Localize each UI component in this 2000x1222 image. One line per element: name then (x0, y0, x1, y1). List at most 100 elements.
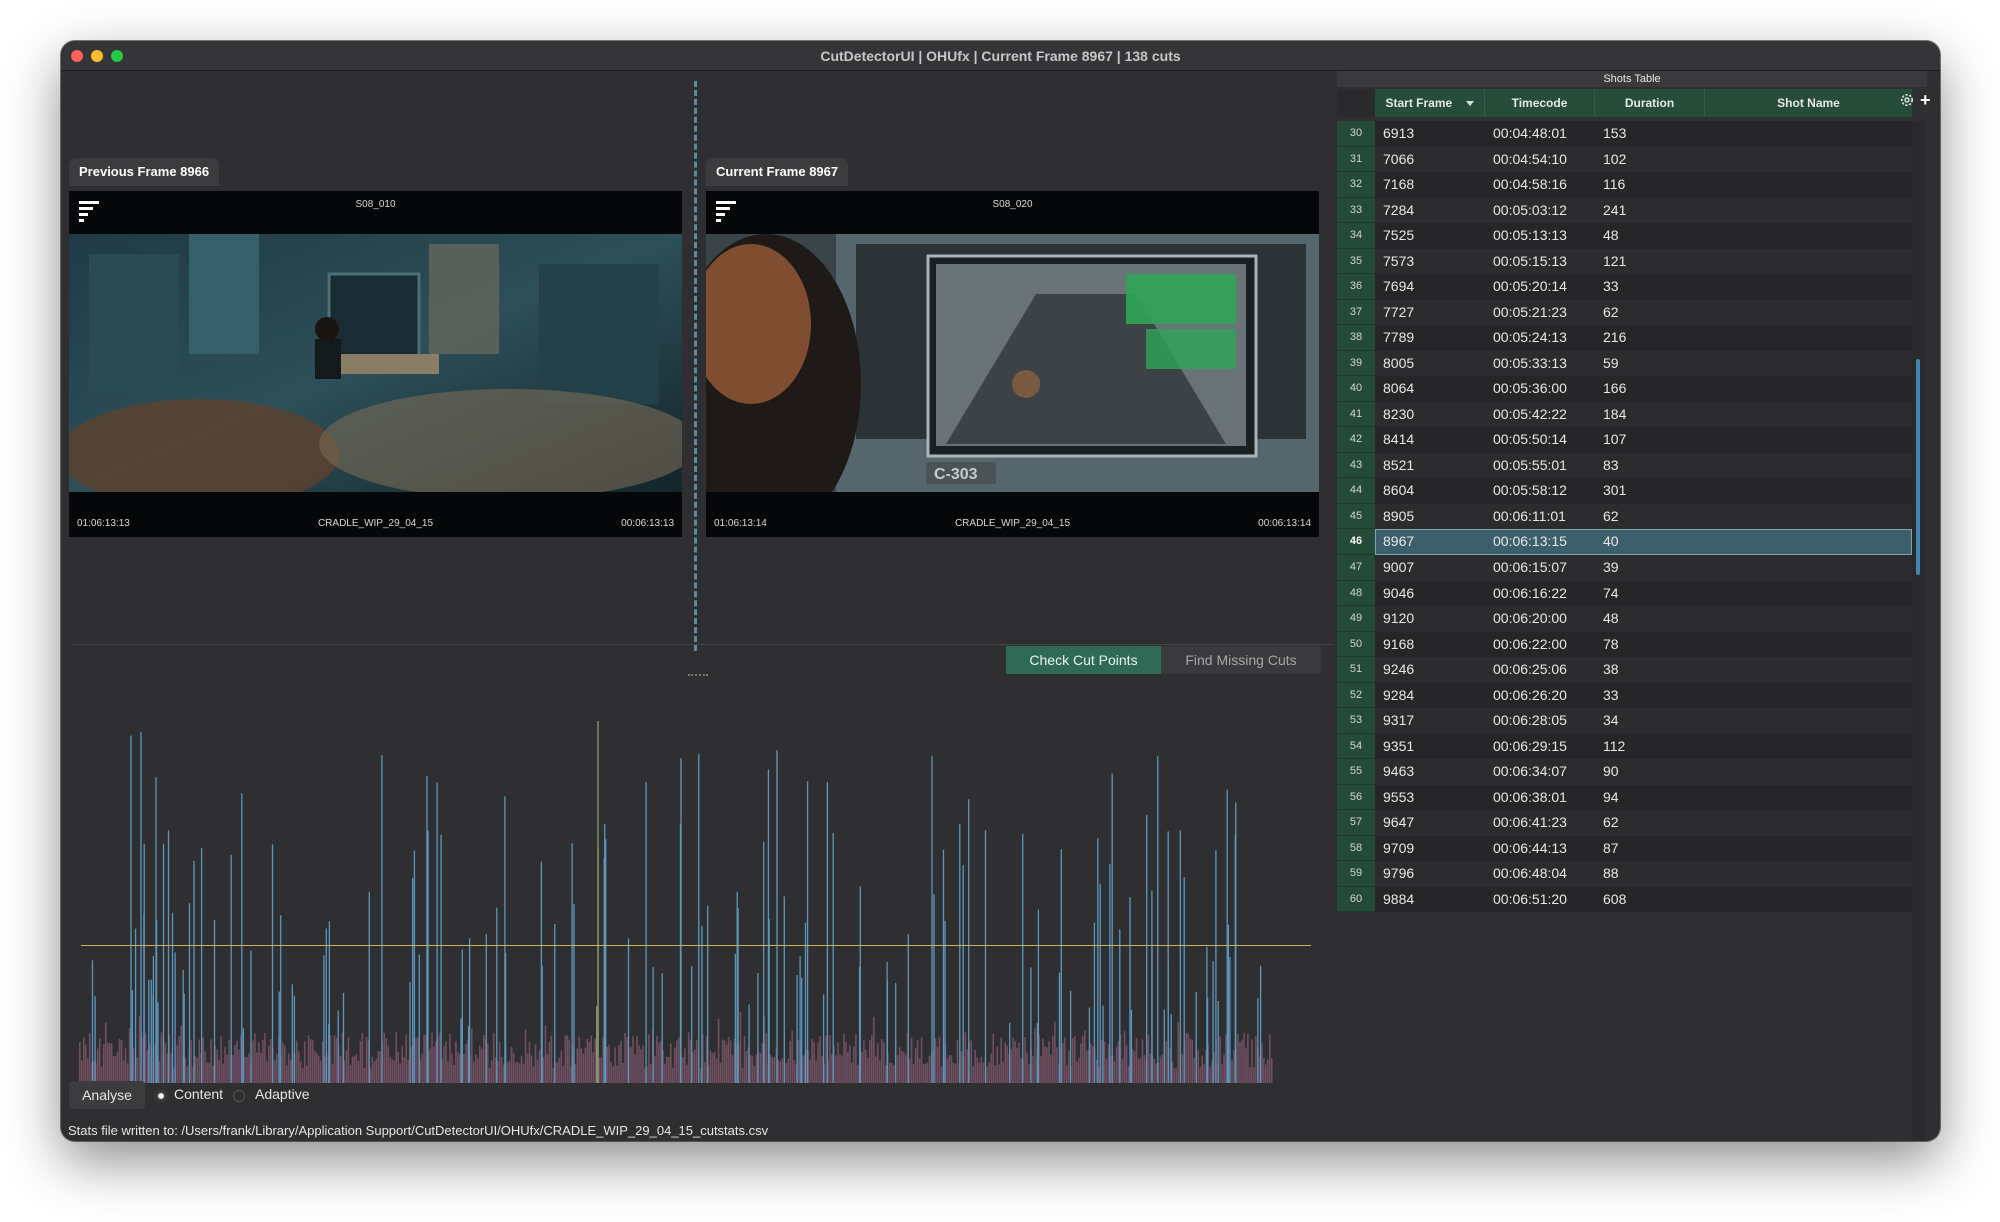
start-frame-cell[interactable]: 9246 (1383, 657, 1414, 683)
timecode-cell[interactable]: 00:06:29:15 (1493, 734, 1567, 760)
duration-cell[interactable]: 87 (1603, 836, 1619, 862)
find-missing-cuts-button[interactable]: Find Missing Cuts (1161, 646, 1321, 674)
duration-cell[interactable]: 39 (1603, 555, 1619, 581)
timecode-cell[interactable]: 00:05:21:23 (1493, 300, 1567, 326)
table-row[interactable]: 31 7066 00:04:54:10 102 (1337, 146, 1912, 173)
timecode-cell[interactable]: 00:05:13:13 (1493, 223, 1567, 249)
row-index[interactable]: 34 (1337, 223, 1375, 249)
start-frame-cell[interactable]: 9709 (1383, 836, 1414, 862)
timecode-cell[interactable]: 00:04:54:10 (1493, 147, 1567, 173)
scrollbar-thumb[interactable] (1916, 359, 1920, 575)
duration-cell[interactable]: 112 (1603, 734, 1625, 760)
timecode-cell[interactable]: 00:04:48:01 (1493, 121, 1567, 147)
row-index[interactable]: 57 (1337, 810, 1375, 836)
start-frame-cell[interactable]: 9463 (1383, 759, 1414, 785)
row-index[interactable]: 35 (1337, 248, 1375, 275)
duration-cell[interactable]: 62 (1603, 504, 1619, 530)
table-row[interactable]: 51 9246 00:06:25:06 38 (1337, 657, 1912, 683)
start-frame-cell[interactable]: 8005 (1383, 351, 1414, 377)
adaptive-radio[interactable] (233, 1090, 245, 1102)
frame-divider[interactable] (694, 81, 697, 651)
start-frame-cell[interactable]: 9168 (1383, 632, 1414, 658)
start-frame-cell[interactable]: 8967 (1383, 529, 1414, 555)
table-row[interactable]: 53 9317 00:06:28:05 34 (1337, 708, 1912, 734)
table-row[interactable]: 50 9168 00:06:22:00 78 (1337, 631, 1912, 658)
row-index[interactable]: 36 (1337, 274, 1375, 300)
start-frame-cell[interactable]: 9120 (1383, 606, 1414, 632)
table-row[interactable]: 52 9284 00:06:26:20 33 (1337, 682, 1912, 709)
row-index[interactable]: 44 (1337, 478, 1375, 504)
start-frame-cell[interactable]: 8414 (1383, 427, 1414, 453)
duration-cell[interactable]: 153 (1603, 121, 1626, 147)
row-index[interactable]: 51 (1337, 657, 1375, 683)
timecode-cell[interactable]: 00:05:42:22 (1493, 402, 1567, 428)
table-row[interactable]: 54 9351 00:06:29:15 112 (1337, 733, 1912, 760)
table-row[interactable]: 45 8905 00:06:11:01 62 (1337, 503, 1912, 530)
start-frame-cell[interactable]: 8604 (1383, 478, 1414, 504)
table-row[interactable]: 47 9007 00:06:15:07 39 (1337, 555, 1912, 581)
timecode-cell[interactable]: 00:06:20:00 (1493, 606, 1567, 632)
duration-cell[interactable]: 166 (1603, 376, 1626, 402)
row-index[interactable]: 53 (1337, 708, 1375, 734)
table-row[interactable]: 32 7168 00:04:58:16 116 (1337, 172, 1912, 198)
table-row[interactable]: 36 7694 00:05:20:14 33 (1337, 274, 1912, 300)
row-index[interactable]: 33 (1337, 197, 1375, 224)
row-index[interactable]: 45 (1337, 503, 1375, 530)
row-index[interactable]: 58 (1337, 835, 1375, 862)
timecode-cell[interactable]: 00:06:41:23 (1493, 810, 1567, 836)
table-row[interactable]: 60 9884 00:06:51:20 608 (1337, 886, 1912, 913)
table-row[interactable]: 38 7789 00:05:24:13 216 (1337, 325, 1912, 351)
duration-cell[interactable]: 90 (1603, 759, 1619, 785)
duration-cell[interactable]: 88 (1603, 861, 1619, 887)
analyse-button[interactable]: Analyse (69, 1081, 145, 1109)
table-row[interactable]: 34 7525 00:05:13:13 48 (1337, 223, 1912, 249)
table-row[interactable]: 44 8604 00:05:58:12 301 (1337, 478, 1912, 504)
row-index[interactable]: 32 (1337, 172, 1375, 198)
duration-cell[interactable]: 116 (1603, 172, 1625, 198)
duration-cell[interactable]: 59 (1603, 351, 1619, 377)
duration-cell[interactable]: 48 (1603, 223, 1619, 249)
start-frame-cell[interactable]: 7168 (1383, 172, 1414, 198)
timecode-cell[interactable]: 00:06:48:04 (1493, 861, 1567, 887)
row-index[interactable]: 31 (1337, 146, 1375, 173)
timecode-cell[interactable]: 00:05:20:14 (1493, 274, 1567, 300)
timecode-cell[interactable]: 00:06:25:06 (1493, 657, 1567, 683)
table-row[interactable]: 56 9553 00:06:38:01 94 (1337, 784, 1912, 811)
table-row[interactable]: 59 9796 00:06:48:04 88 (1337, 861, 1912, 887)
start-frame-cell[interactable]: 8521 (1383, 453, 1414, 479)
duration-cell[interactable]: 121 (1603, 249, 1626, 275)
column-header-shot-name[interactable]: Shot Name (1705, 89, 1912, 117)
row-index[interactable]: 43 (1337, 452, 1375, 479)
cut-detection-chart[interactable] (71, 681, 1321, 1101)
duration-cell[interactable]: 48 (1603, 606, 1619, 632)
start-frame-cell[interactable]: 8064 (1383, 376, 1414, 402)
duration-cell[interactable]: 107 (1603, 427, 1626, 453)
start-frame-cell[interactable]: 9884 (1383, 887, 1414, 913)
start-frame-cell[interactable]: 7573 (1383, 249, 1414, 275)
start-frame-cell[interactable]: 9046 (1383, 581, 1414, 607)
table-row[interactable]: 43 8521 00:05:55:01 83 (1337, 452, 1912, 479)
duration-cell[interactable]: 62 (1603, 300, 1619, 326)
table-row[interactable]: 42 8414 00:05:50:14 107 (1337, 427, 1912, 453)
table-row[interactable]: 37 7727 00:05:21:23 62 (1337, 299, 1912, 326)
table-row[interactable]: 55 9463 00:06:34:07 90 (1337, 759, 1912, 785)
row-index[interactable]: 48 (1337, 580, 1375, 607)
timecode-cell[interactable]: 00:06:28:05 (1493, 708, 1567, 734)
duration-cell[interactable]: 78 (1603, 632, 1619, 658)
shots-table-body[interactable]: 30 6913 00:04:48:01 153 31 7066 00:04:54:10 102… (1337, 121, 1912, 1141)
row-index[interactable]: 40 (1337, 376, 1375, 402)
table-row[interactable]: 57 9647 00:06:41:23 62 (1337, 810, 1912, 836)
row-index[interactable]: 38 (1337, 325, 1375, 351)
timecode-cell[interactable]: 00:05:03:12 (1493, 198, 1567, 224)
start-frame-cell[interactable]: 9007 (1383, 555, 1414, 581)
table-row[interactable]: 40 8064 00:05:36:00 166 (1337, 376, 1912, 402)
table-row[interactable]: 35 7573 00:05:15:13 121 (1337, 248, 1912, 275)
duration-cell[interactable]: 301 (1603, 478, 1626, 504)
timecode-cell[interactable]: 00:06:51:20 (1493, 887, 1567, 913)
row-index[interactable]: 54 (1337, 733, 1375, 760)
row-index[interactable]: 59 (1337, 861, 1375, 887)
table-row[interactable]: 39 8005 00:05:33:13 59 (1337, 350, 1912, 377)
row-index[interactable]: 55 (1337, 759, 1375, 785)
column-header-timecode[interactable]: Timecode (1485, 89, 1595, 117)
timecode-cell[interactable]: 00:06:22:00 (1493, 632, 1567, 658)
